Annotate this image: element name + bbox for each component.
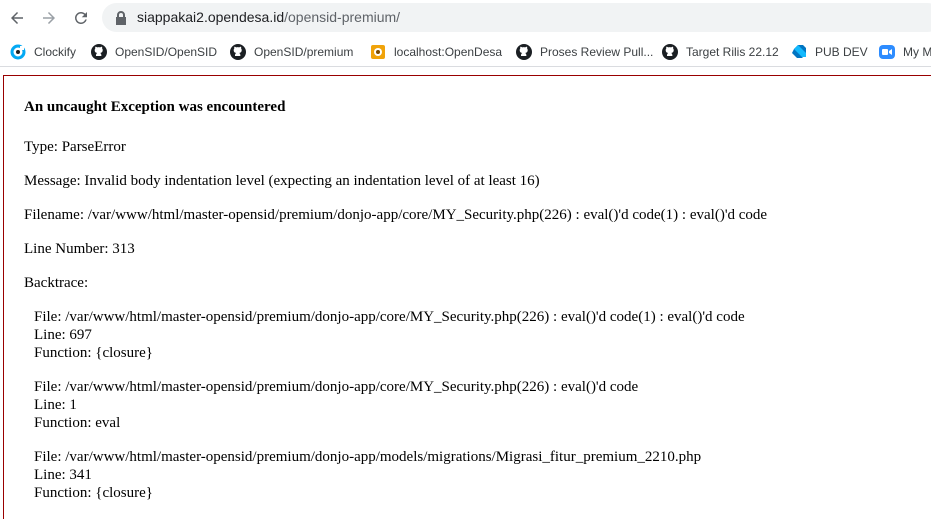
bookmark-label: Proses Review Pull... — [540, 45, 654, 59]
bookmark-label: OpenSID/premium — [254, 45, 354, 59]
error-type: Type: ParseError — [24, 139, 126, 155]
zoom-icon — [879, 44, 895, 60]
github-icon — [516, 44, 532, 60]
backtrace-file: File: /var/www/html/master-opensid/premi… — [34, 379, 639, 395]
bookmark-label: localhost:OpenDesa — [394, 45, 503, 59]
backtrace-function: Function: {closure} — [34, 345, 153, 361]
clockify-icon — [10, 44, 26, 60]
backtrace-function: Function: {closure} — [34, 485, 153, 501]
url-path: /opensid-premium/ — [284, 9, 401, 25]
reload-button[interactable] — [69, 6, 93, 30]
backtrace-line: Line: 341 — [34, 467, 92, 483]
bookmark-label: Clockify — [34, 45, 77, 59]
lock-icon — [116, 11, 126, 25]
bookmark-target-rilis[interactable]: Target Rilis 22.12 — [662, 40, 779, 64]
error-filename: Filename: /var/www/html/master-opensid/p… — [24, 207, 768, 223]
bookmark-my-m[interactable]: My M — [879, 40, 931, 64]
address-bar[interactable]: siappakai2.opendesa.id/opensid-premium/ — [102, 3, 931, 32]
back-button[interactable] — [5, 6, 29, 30]
forward-button[interactable] — [37, 6, 61, 30]
backtrace-function: Function: eval — [34, 415, 121, 431]
bookmark-label: OpenSID/OpenSID — [115, 45, 218, 59]
bookmark-opensid-opensid[interactable]: OpenSID/OpenSID — [91, 40, 217, 64]
error-message: Message: Invalid body indentation level … — [24, 173, 540, 189]
bookmark-clockify[interactable]: Clockify — [10, 40, 76, 64]
github-icon — [662, 44, 678, 60]
browser-toolbar: siappakai2.opendesa.id/opensid-premium/ — [0, 0, 931, 36]
backtrace-line: Line: 697 — [34, 327, 92, 343]
arrow-left-icon — [11, 12, 23, 24]
reload-icon — [74, 11, 87, 24]
opendesa-icon — [370, 44, 386, 60]
bookmark-proses-review[interactable]: Proses Review Pull... — [516, 40, 653, 64]
bookmark-label: My M — [903, 45, 931, 59]
bookmark-label: PUB DEV — [815, 45, 868, 59]
github-icon — [91, 44, 107, 60]
url-host: siappakai2.opendesa.id — [137, 9, 285, 25]
bookmarks-bar: Clockify OpenSID/OpenSID OpenSID/premium… — [0, 36, 931, 67]
github-icon — [230, 44, 246, 60]
url-text[interactable]: siappakai2.opendesa.id/opensid-premium/ — [137, 9, 400, 26]
error-line-number: Line Number: 313 — [24, 241, 135, 257]
backtrace-label: Backtrace: — [24, 275, 89, 291]
arrow-right-icon — [43, 12, 55, 24]
backtrace-file: File: /var/www/html/master-opensid/premi… — [34, 449, 702, 465]
bookmark-opensid-premium[interactable]: OpenSID/premium — [230, 40, 353, 64]
error-title: An uncaught Exception was encountered — [24, 99, 286, 115]
backtrace-line: Line: 1 — [34, 397, 77, 413]
dart-icon — [791, 44, 807, 60]
bookmark-label: Target Rilis 22.12 — [686, 45, 779, 59]
bookmark-localhost-opendesa[interactable]: localhost:OpenDesa — [370, 40, 502, 64]
bookmark-pub-dev[interactable]: PUB DEV — [791, 40, 868, 64]
backtrace-file: File: /var/www/html/master-opensid/premi… — [34, 309, 745, 325]
